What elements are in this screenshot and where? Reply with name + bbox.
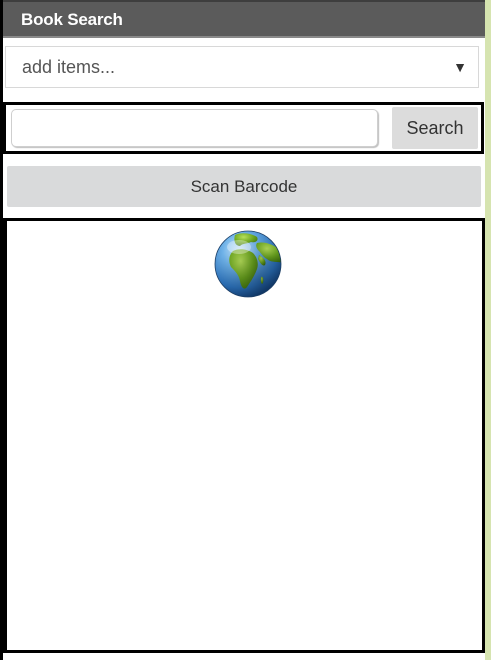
chevron-down-icon: ▼ xyxy=(453,59,467,75)
app-screen: Book Search add items... ▼ Search Scan B… xyxy=(0,0,491,660)
globe-icon xyxy=(214,230,282,298)
page-title: Book Search xyxy=(21,10,123,29)
search-button[interactable]: Search xyxy=(392,107,478,149)
title-bar: Book Search xyxy=(3,0,485,38)
search-input[interactable] xyxy=(11,109,378,147)
scan-barcode-button[interactable]: Scan Barcode xyxy=(7,166,481,207)
right-side-strip xyxy=(485,0,491,660)
add-items-dropdown[interactable]: add items... ▼ xyxy=(5,46,479,88)
dropdown-selected-value: add items... xyxy=(22,57,116,77)
search-row: Search xyxy=(3,102,484,154)
results-panel xyxy=(3,218,485,653)
